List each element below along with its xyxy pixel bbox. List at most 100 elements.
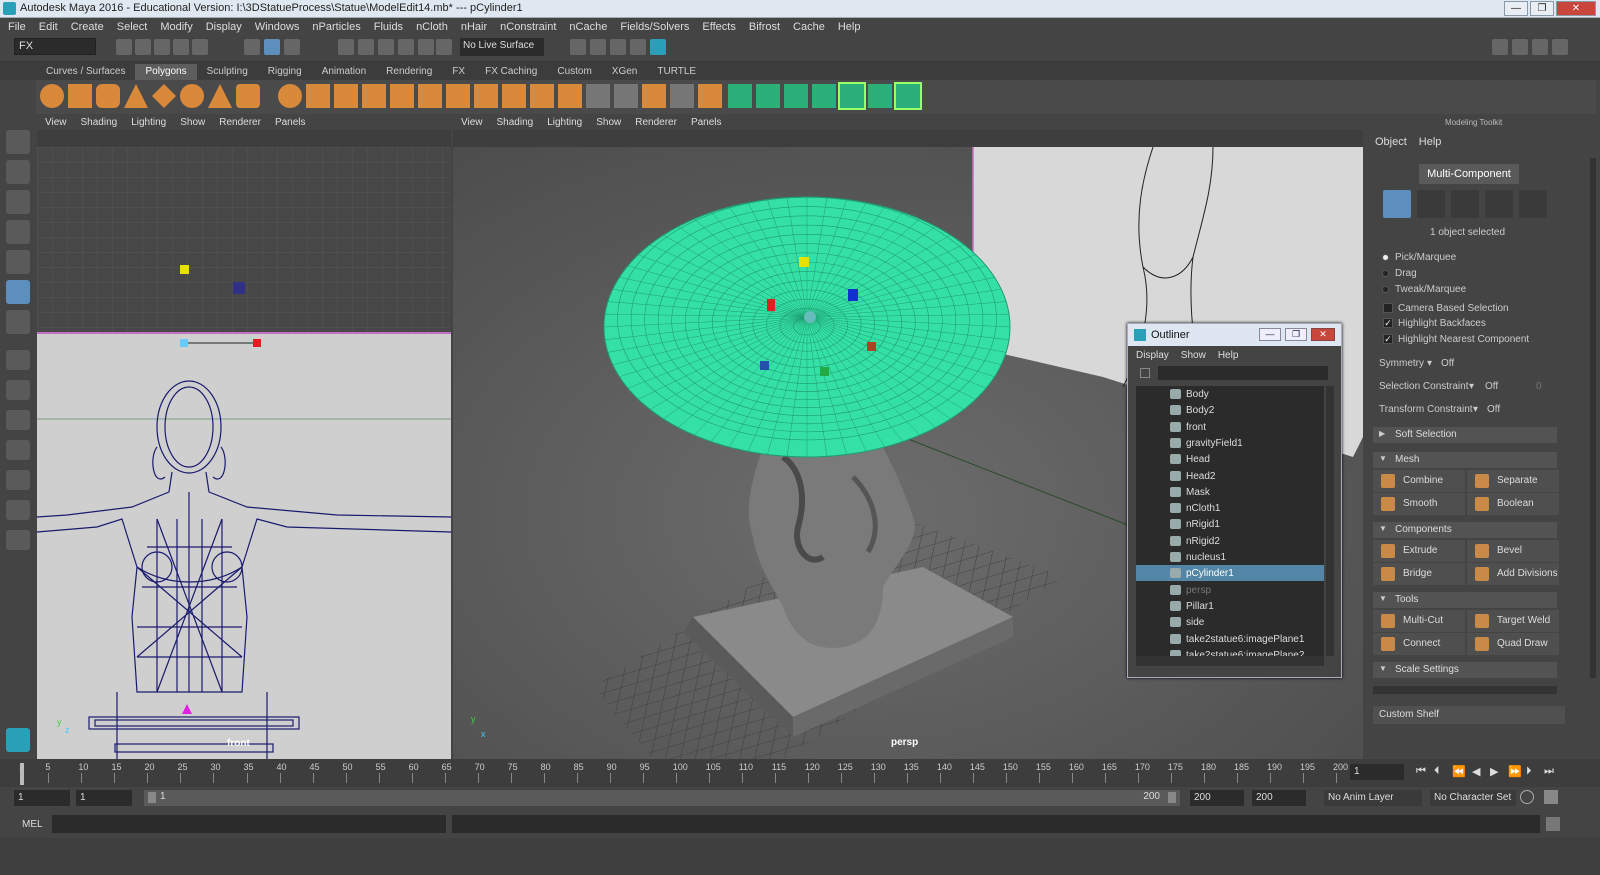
- menu-nconstraint[interactable]: nConstraint: [500, 21, 556, 33]
- tab-animation[interactable]: Animation: [312, 64, 376, 80]
- append-polygon-icon[interactable]: [530, 84, 554, 108]
- uv-mode-icon[interactable]: [1519, 190, 1547, 218]
- outliner-item[interactable]: Head: [1136, 451, 1324, 467]
- symmetry-value[interactable]: Off: [1441, 358, 1454, 369]
- paint-select-tool-icon[interactable]: [6, 190, 30, 214]
- outliner-item[interactable]: Body: [1136, 386, 1324, 402]
- script-editor-icon[interactable]: [1546, 817, 1560, 831]
- vp1-menu-shading[interactable]: Shading: [81, 117, 118, 128]
- tab-rigging[interactable]: Rigging: [258, 64, 312, 80]
- vp2-menu-show[interactable]: Show: [596, 117, 621, 128]
- outliner-item[interactable]: Pillar1: [1136, 598, 1324, 614]
- restore-button[interactable]: ❐: [1530, 1, 1554, 16]
- hypershade-icon[interactable]: [650, 39, 666, 55]
- tab-fx-caching[interactable]: FX Caching: [475, 64, 547, 80]
- tweak-marquee-radio[interactable]: [1382, 286, 1389, 293]
- highlight-nearest-component-checkbox[interactable]: ✓: [1383, 334, 1393, 344]
- snap-surface-icon[interactable]: [418, 39, 434, 55]
- camera-based-selection-checkbox[interactable]: [1383, 303, 1393, 313]
- select-hierarchy-icon[interactable]: [244, 39, 260, 55]
- vp2-menu-view[interactable]: View: [461, 117, 483, 128]
- maya-home-icon[interactable]: [6, 728, 30, 752]
- outliner-search-input[interactable]: [1158, 366, 1328, 380]
- outliner-item[interactable]: nucleus1: [1136, 549, 1324, 565]
- animation-start-field[interactable]: 1: [14, 790, 70, 806]
- lasso-tool-icon[interactable]: [6, 160, 30, 184]
- offset-edge-loop-icon[interactable]: [642, 84, 666, 108]
- menu-ncloth[interactable]: nCloth: [416, 21, 448, 33]
- current-time-indicator[interactable]: [20, 763, 24, 785]
- extrude-shelf-icon[interactable]: [474, 84, 498, 108]
- menu-cache[interactable]: Cache: [793, 21, 825, 33]
- range-end-handle[interactable]: [1168, 792, 1176, 803]
- vertex-mode-icon[interactable]: [1417, 190, 1445, 218]
- tab-xgen[interactable]: XGen: [602, 64, 648, 80]
- outliner-list[interactable]: Body Body2 front gravityField1 Head Head2 Mask…: [1136, 386, 1324, 656]
- menu-modify[interactable]: Modify: [160, 21, 192, 33]
- transform-constraint-icon[interactable]: [868, 84, 892, 108]
- tab-polygons[interactable]: Polygons: [135, 64, 197, 80]
- play-backwards-icon[interactable]: ◀: [1472, 765, 1480, 778]
- extrude-button[interactable]: Extrude: [1373, 540, 1465, 562]
- combine-button[interactable]: Combine: [1373, 470, 1465, 492]
- outliner-item[interactable]: Body2: [1136, 402, 1324, 418]
- vp2-menu-renderer[interactable]: Renderer: [635, 117, 677, 128]
- separate-button[interactable]: Separate: [1467, 470, 1559, 492]
- select-component-icon[interactable]: [284, 39, 300, 55]
- select-tool-icon[interactable]: [6, 130, 30, 154]
- mtk-menu-object[interactable]: Object: [1375, 136, 1407, 148]
- select-object-icon[interactable]: [264, 39, 280, 55]
- outliner-menu-help[interactable]: Help: [1218, 350, 1239, 361]
- go-to-start-icon[interactable]: ⏮: [1416, 765, 1426, 778]
- new-scene-icon[interactable]: [116, 39, 132, 55]
- animation-preferences-icon[interactable]: [1544, 790, 1558, 804]
- extract-shelf-icon[interactable]: [334, 84, 358, 108]
- custom-layout-icon[interactable]: [6, 530, 30, 550]
- component-constraint-icon[interactable]: [894, 82, 922, 110]
- menu-set-dropdown[interactable]: FX: [14, 38, 96, 55]
- live-surface-field[interactable]: No Live Surface: [460, 38, 544, 56]
- tab-curves-surfaces[interactable]: Curves / Surfaces: [36, 64, 135, 80]
- tab-fx[interactable]: FX: [442, 64, 475, 80]
- tool-settings-icon[interactable]: [1552, 39, 1568, 55]
- mtk-scrollbar[interactable]: [1590, 158, 1596, 678]
- step-back-key-icon[interactable]: ⏴: [1434, 765, 1440, 778]
- character-set-dropdown[interactable]: No Character Set: [1430, 790, 1516, 806]
- channel-box-icon[interactable]: [1532, 39, 1548, 55]
- add-divisions-button[interactable]: Add Divisions: [1467, 563, 1559, 585]
- menu-edit[interactable]: Edit: [39, 21, 58, 33]
- outliner-item[interactable]: take2statue6:imagePlane2: [1136, 647, 1324, 656]
- soft-selection-section[interactable]: Soft Selection: [1373, 427, 1557, 443]
- vp1-toolbar[interactable]: [37, 130, 451, 147]
- menu-fields-solvers[interactable]: Fields/Solvers: [620, 21, 689, 33]
- outliner-item[interactable]: side: [1136, 614, 1324, 630]
- outliner-layout-icon[interactable]: [6, 440, 30, 460]
- poly-plane-icon[interactable]: [152, 84, 176, 108]
- components-section[interactable]: Components: [1373, 522, 1557, 538]
- menu-effects[interactable]: Effects: [702, 21, 735, 33]
- vp2-menu-shading[interactable]: Shading: [497, 117, 534, 128]
- vp1-menu-view[interactable]: View: [45, 117, 67, 128]
- pick-marquee-radio[interactable]: [1382, 254, 1389, 261]
- mesh-section[interactable]: Mesh: [1373, 452, 1557, 468]
- step-back-frame-icon[interactable]: ⏪: [1452, 765, 1466, 778]
- poly-cylinder-icon[interactable]: [96, 84, 120, 108]
- tab-rendering[interactable]: Rendering: [376, 64, 442, 80]
- vp2-menu-panels[interactable]: Panels: [691, 117, 722, 128]
- drag-radio[interactable]: [1382, 270, 1389, 277]
- move-tool-icon[interactable]: [6, 220, 30, 244]
- smooth-shelf-icon[interactable]: [362, 84, 386, 108]
- script-language-toggle[interactable]: MEL: [22, 819, 43, 830]
- front-viewport[interactable]: View Shading Lighting Show Renderer Pane…: [37, 114, 451, 759]
- outliner-minimize-button[interactable]: —: [1259, 328, 1281, 341]
- outliner-title-bar[interactable]: Outliner — ❐ ✕: [1128, 324, 1341, 346]
- step-forward-key-icon[interactable]: ⏵: [1526, 765, 1532, 778]
- menu-windows[interactable]: Windows: [255, 21, 300, 33]
- selection-constraint-value[interactable]: Off: [1485, 381, 1498, 392]
- outliner-filter-icon[interactable]: [1140, 368, 1150, 378]
- bridge-button[interactable]: Bridge: [1373, 563, 1465, 585]
- outliner-item[interactable]: Head2: [1136, 468, 1324, 484]
- outliner-close-button[interactable]: ✕: [1311, 328, 1335, 341]
- outliner-menu-show[interactable]: Show: [1181, 350, 1206, 361]
- highlight-backfaces-checkbox[interactable]: ✓: [1383, 318, 1393, 328]
